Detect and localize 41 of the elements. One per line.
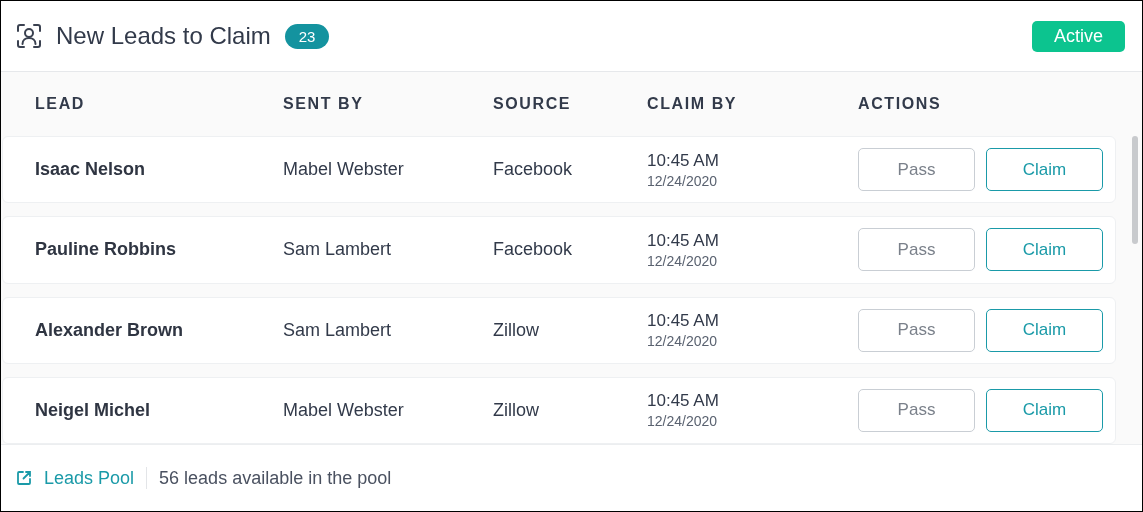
claim-time: 10:45 AM <box>647 150 719 171</box>
lead-name: Pauline Robbins <box>35 239 177 261</box>
lead-source: Zillow <box>493 399 540 421</box>
scrollbar-thumb[interactable] <box>1132 136 1138 244</box>
claim-button[interactable]: Claim <box>986 148 1103 192</box>
user-scan-icon <box>16 23 42 49</box>
lead-name: Alexander Brown <box>35 319 185 341</box>
status-badge: Active <box>1031 20 1125 52</box>
sender-name: Sam Lambert <box>283 319 393 341</box>
claim-date: 12/24/2020 <box>647 413 718 430</box>
claim-date: 12/24/2020 <box>647 172 718 189</box>
sender-name: Sam Lambert <box>283 239 393 261</box>
lead-name: Isaac Nelson <box>35 159 147 181</box>
leads-pool-link[interactable]: Leads Pool <box>16 467 135 489</box>
pass-button[interactable]: Pass <box>858 308 975 352</box>
lead-source: Zillow <box>493 319 540 341</box>
column-header: SOURCE <box>493 95 573 113</box>
pass-button[interactable]: Pass <box>858 388 975 432</box>
claim-button[interactable]: Claim <box>986 228 1103 272</box>
lead-count-badge: 23 <box>284 23 330 49</box>
column-header: CLAIM BY <box>647 95 739 113</box>
lead-source: Facebook <box>493 159 574 181</box>
pass-button[interactable]: Pass <box>858 228 975 272</box>
pass-button[interactable]: Pass <box>858 148 975 192</box>
panel-title: New Leads to Claim <box>56 22 271 50</box>
claim-time: 10:45 AM <box>647 311 719 332</box>
external-link-icon <box>16 470 32 486</box>
lead-name: Neigel Michel <box>35 399 152 421</box>
claim-date: 12/24/2020 <box>647 333 718 350</box>
sender-name: Mabel Webster <box>283 399 405 421</box>
claim-time: 10:45 AM <box>647 391 719 412</box>
column-header: LEAD <box>35 95 86 113</box>
claim-date: 12/24/2020 <box>647 252 718 269</box>
pool-summary: 56 leads available in the pool <box>159 467 392 489</box>
sender-name: Mabel Webster <box>283 159 405 181</box>
column-header: ACTIONS <box>858 95 943 113</box>
claim-button[interactable]: Claim <box>986 388 1103 432</box>
column-header: SENT BY <box>283 95 365 113</box>
claim-time: 10:45 AM <box>647 230 719 251</box>
lead-source: Facebook <box>493 239 574 261</box>
claim-button[interactable]: Claim <box>986 308 1103 352</box>
